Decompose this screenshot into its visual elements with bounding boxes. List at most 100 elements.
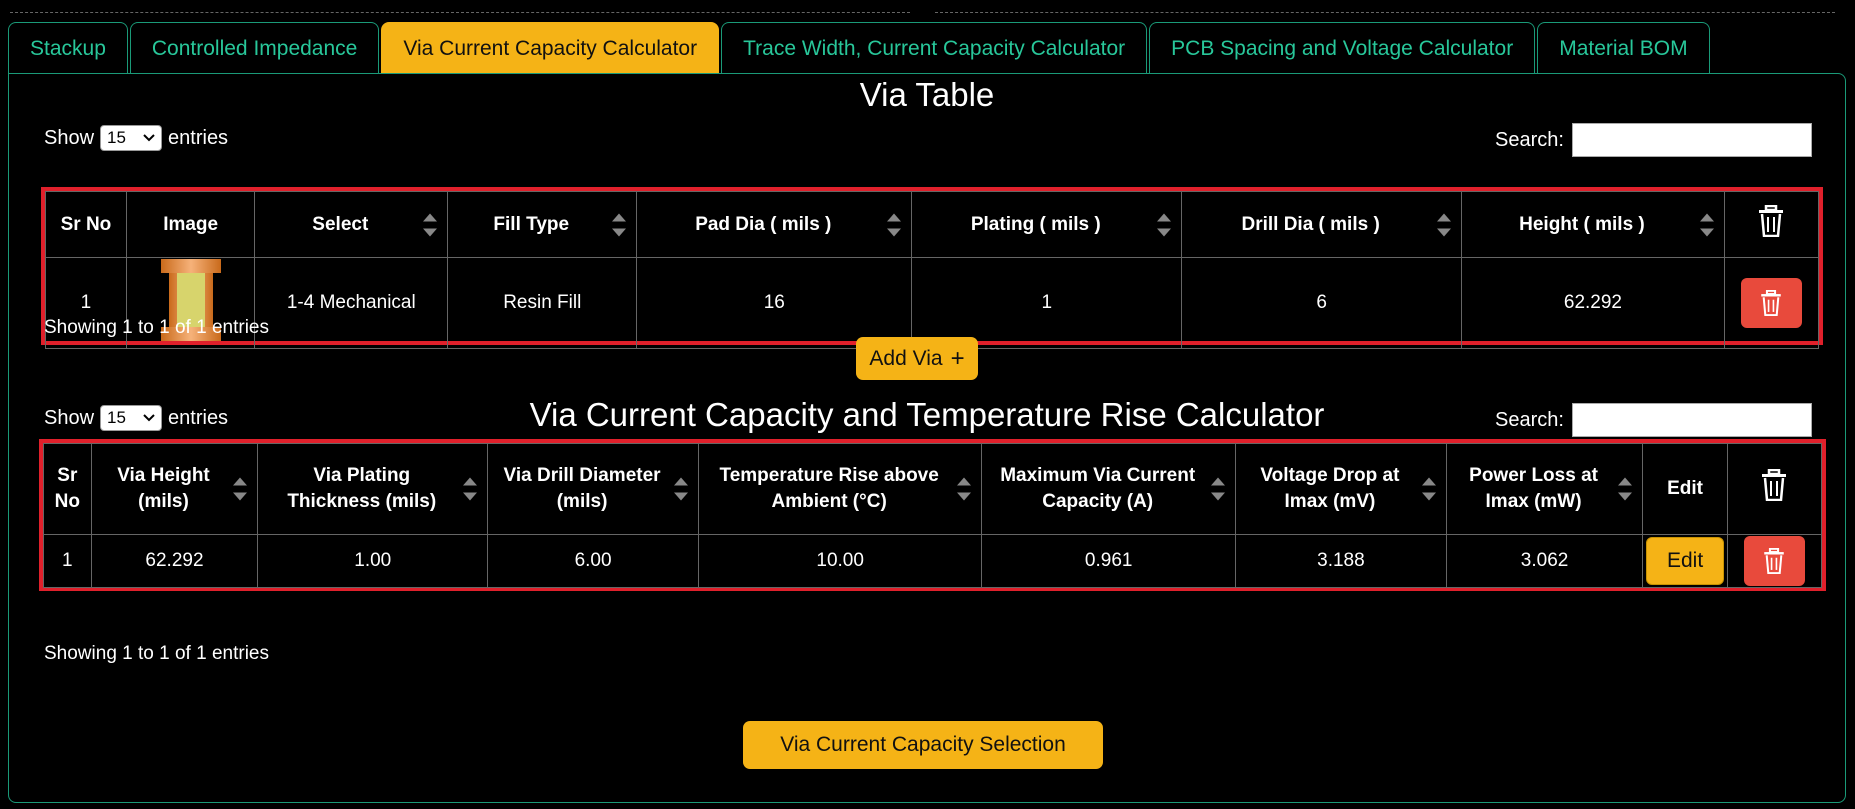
cell-delete [1723,257,1820,349]
calc-table-length-control: Show 15 entries [44,405,228,431]
cell-plating: 1 [911,257,1183,349]
entries-label: entries [168,406,229,429]
tab-material-bom[interactable]: Material BOM [1537,22,1710,74]
add-via-label: Add Via [869,346,943,370]
sort-icon [233,477,248,501]
sort-icon [957,477,972,501]
cell-via-drill: 6.00 [487,534,699,588]
col-plating[interactable]: Plating ( mils ) [911,191,1183,258]
tab-stackup[interactable]: Stackup [8,22,128,74]
col-via-height[interactable]: Via Height (mils) [90,443,259,535]
via-current-capacity-selection-button[interactable]: Via Current Capacity Selection [743,721,1103,769]
col-fill-type-label: Fill Type [493,213,570,235]
top-divider [935,12,1835,13]
sort-icon [1157,213,1172,236]
entries-label: entries [168,126,229,149]
via-table-length-control: Show 15 entries [44,125,228,151]
col-drill-dia-label: Drill Dia ( mils ) [1241,213,1380,235]
chevron-down-icon [143,414,155,422]
col-power-loss-label: Power Loss at Imax (mW) [1469,465,1598,512]
sort-icon [463,477,478,501]
via-table-title: Via Table [859,76,995,113]
cell-pad-dia: 16 [636,257,913,349]
col-drill-dia[interactable]: Drill Dia ( mils ) [1181,191,1462,258]
cell-fill-type: Resin Fill [447,257,638,349]
col-height[interactable]: Height ( mils ) [1460,191,1725,258]
col-voltage-drop-label: Voltage Drop at Imax (mV) [1260,465,1400,512]
cell-delete [1726,534,1823,588]
search-input[interactable] [1571,403,1812,437]
trash-icon [1761,290,1782,316]
table-row: 1 1-4 Mechanical Resin Fill 16 1 6 62.29… [45,257,1820,349]
col-via-height-label: Via Height (mils) [117,465,210,512]
col-voltage-drop[interactable]: Voltage Drop at Imax (mV) [1235,443,1447,535]
chevron-down-icon [143,134,155,142]
trash-icon[interactable] [1758,204,1784,237]
page-size-value: 15 [107,128,126,147]
tab-pcb-spacing[interactable]: PCB Spacing and Voltage Calculator [1149,22,1536,74]
calc-table-frame: Sr No Via Height (mils) Via Plating Thic… [39,439,1826,591]
via-table-info: Showing 1 to 1 of 1 entries [44,317,269,338]
plus-icon: + [950,344,965,372]
page-size-value: 15 [107,408,126,427]
col-temp-rise-label: Temperature Rise above Ambient (°C) [719,465,939,512]
col-fill-type[interactable]: Fill Type [447,191,638,258]
cell-sr-no: 1 [43,534,92,588]
show-label: Show [44,126,95,149]
table-row: 1 62.292 1.00 6.00 10.00 0.961 3.188 3.0… [43,534,1823,588]
sort-icon [673,477,688,501]
sort-icon [1618,477,1633,501]
calc-table: Sr No Via Height (mils) Via Plating Thic… [43,443,1823,588]
cell-select: 1-4 Mechanical [254,257,449,349]
search-label: Search: [1495,128,1564,151]
search-label: Search: [1495,408,1564,431]
delete-row-button[interactable] [1740,278,1802,328]
edit-button[interactable]: Edit [1646,537,1725,585]
sort-icon [612,213,627,236]
cell-power-loss: 3.062 [1445,534,1644,588]
col-temp-rise[interactable]: Temperature Rise above Ambient (°C) [697,443,983,535]
sort-icon [423,213,438,236]
page-size-select[interactable]: 15 [100,405,163,431]
col-sr-no: Sr No [45,191,127,258]
col-delete-all[interactable] [1726,443,1823,535]
col-select-label: Select [312,213,369,235]
search-input[interactable] [1571,123,1812,157]
col-max-current[interactable]: Maximum Via Current Capacity (A) [981,443,1237,535]
col-image: Image [125,191,256,258]
col-select[interactable]: Select [254,191,449,258]
calc-table-search: Search: [1495,403,1812,437]
tab-via-current-capacity[interactable]: Via Current Capacity Calculator [381,22,720,74]
via-table-frame: Sr No Image Select Fill Type Pad Dia ( m… [41,187,1823,349]
col-delete-all[interactable] [1723,191,1820,258]
cell-drill-dia: 6 [1181,257,1462,349]
page-size-select[interactable]: 15 [100,125,163,151]
col-power-loss[interactable]: Power Loss at Imax (mW) [1445,443,1644,535]
col-via-drill[interactable]: Via Drill Diameter (mils) [487,443,699,535]
col-via-plating-label: Via Plating Thickness (mils) [287,465,437,512]
cell-temp-rise: 10.00 [697,534,983,588]
col-max-current-label: Maximum Via Current Capacity (A) [1000,465,1196,512]
col-via-drill-label: Via Drill Diameter (mils) [503,465,661,512]
sort-icon [1421,477,1436,501]
tab-trace-width[interactable]: Trace Width, Current Capacity Calculator [721,22,1148,74]
col-via-plating[interactable]: Via Plating Thickness (mils) [257,443,489,535]
add-via-button[interactable]: Add Via + [856,337,978,380]
trash-icon [1764,548,1785,574]
via-table-search: Search: [1495,123,1812,157]
delete-row-button[interactable] [1743,536,1805,586]
sort-icon [1699,213,1714,236]
col-plating-label: Plating ( mils ) [970,213,1101,235]
col-pad-dia[interactable]: Pad Dia ( mils ) [636,191,913,258]
top-divider [10,12,910,13]
cell-voltage-drop: 3.188 [1235,534,1447,588]
show-label: Show [44,406,95,429]
cell-max-current: 0.961 [981,534,1237,588]
cell-via-height: 62.292 [90,534,259,588]
sort-icon [1211,477,1226,501]
cell-edit: Edit [1642,534,1728,588]
tab-controlled-impedance[interactable]: Controlled Impedance [129,22,380,74]
calc-table-info: Showing 1 to 1 of 1 entries [44,643,269,664]
trash-icon[interactable] [1761,468,1787,502]
col-pad-dia-label: Pad Dia ( mils ) [695,213,832,235]
